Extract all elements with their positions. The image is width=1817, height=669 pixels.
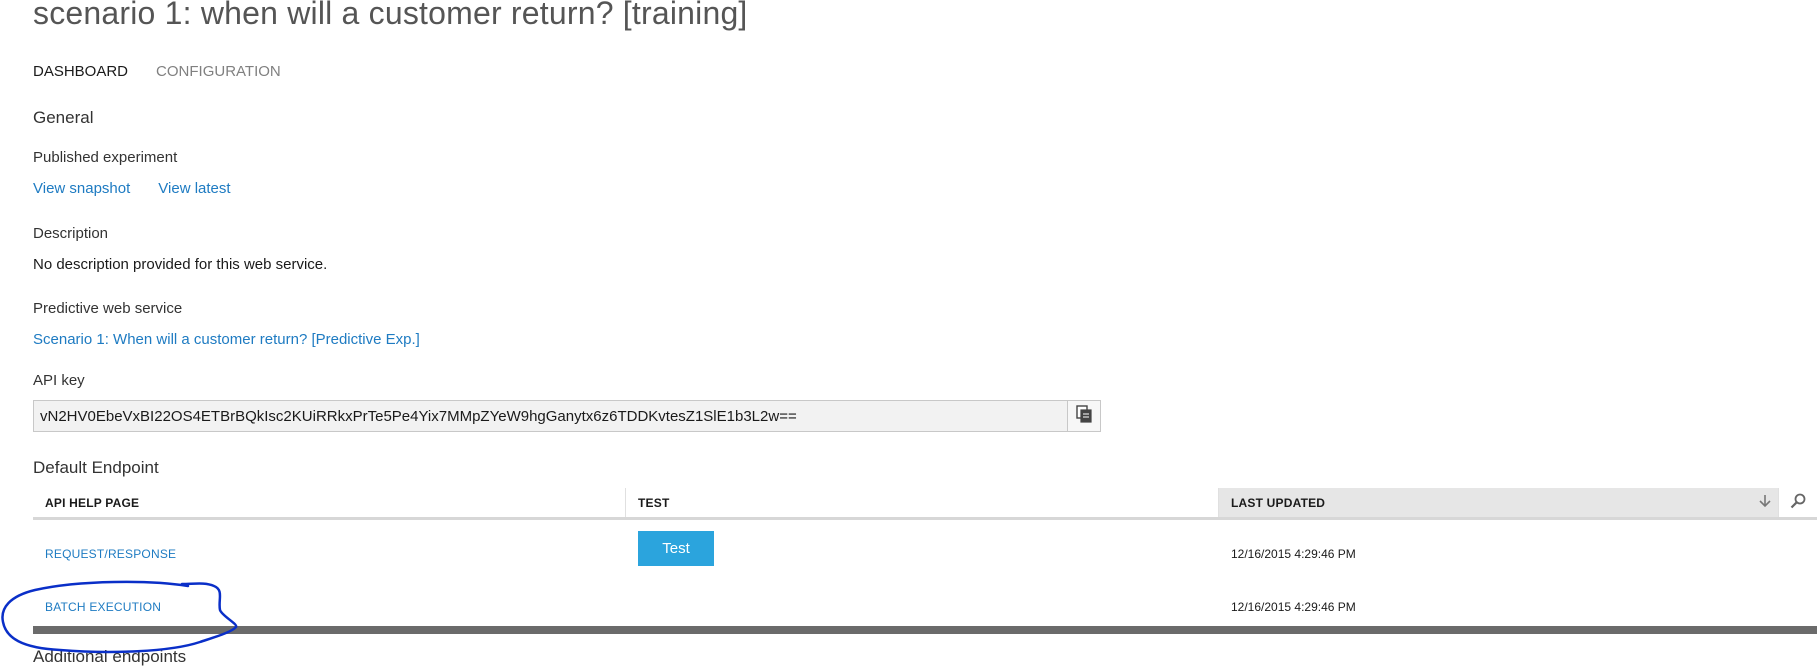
column-header-test[interactable]: TEST: [626, 488, 1219, 517]
tab-bar: DASHBOARD CONFIGURATION: [33, 63, 281, 80]
copy-api-key-button[interactable]: [1067, 401, 1100, 431]
api-key-box: [33, 400, 1101, 432]
additional-endpoints-heading: Additional endpoints: [33, 647, 187, 666]
predictive-web-service-link[interactable]: Scenario 1: When will a customer return?…: [33, 331, 420, 348]
column-header-api-help-page[interactable]: API HELP PAGE: [33, 488, 626, 517]
endpoint-table-header: API HELP PAGE TEST LAST UPDATED: [33, 488, 1817, 520]
description-label: Description: [33, 225, 109, 242]
table-row: BATCH EXECUTION 12/16/2015 4:29:46 PM: [33, 588, 1817, 634]
api-key-field[interactable]: [34, 401, 1067, 431]
predictive-web-service-label: Predictive web service: [33, 300, 183, 317]
tab-dashboard[interactable]: DASHBOARD: [33, 63, 128, 80]
sort-descending-icon[interactable]: [1758, 493, 1772, 512]
column-header-last-updated-label: LAST UPDATED: [1231, 495, 1326, 510]
web-service-dashboard: scenario 1: when will a customer return?…: [33, 0, 1817, 669]
last-updated-value: 12/16/2015 4:29:46 PM: [1231, 600, 1356, 614]
published-experiment-label: Published experiment: [33, 149, 178, 166]
view-snapshot-link[interactable]: View snapshot: [33, 180, 130, 197]
default-endpoint-heading: Default Endpoint: [33, 458, 159, 477]
test-cell: Test: [626, 530, 1219, 572]
page-title: scenario 1: when will a customer return?…: [33, 0, 748, 31]
api-help-page-cell: BATCH EXECUTION: [33, 600, 626, 614]
api-key-label: API key: [33, 372, 85, 389]
batch-execution-link[interactable]: BATCH EXECUTION: [45, 600, 161, 614]
tab-configuration[interactable]: CONFIGURATION: [156, 63, 281, 80]
request-response-link[interactable]: REQUEST/RESPONSE: [45, 547, 176, 561]
api-help-page-cell: REQUEST/RESPONSE: [33, 547, 626, 561]
table-search-button[interactable]: [1779, 488, 1817, 517]
view-latest-link[interactable]: View latest: [158, 180, 230, 197]
general-heading: General: [33, 108, 94, 127]
table-row: REQUEST/RESPONSE Test 12/16/2015 4:29:46…: [33, 520, 1817, 588]
description-value: No description provided for this web ser…: [33, 256, 328, 273]
column-header-last-updated[interactable]: LAST UPDATED: [1219, 488, 1779, 517]
endpoint-table: API HELP PAGE TEST LAST UPDATED REQUEST/…: [33, 488, 1817, 634]
test-button[interactable]: Test: [638, 530, 714, 566]
predictive-web-service-link-wrap: Scenario 1: When will a customer return?…: [33, 331, 420, 348]
copy-icon: [1076, 404, 1092, 428]
last-updated-value: 12/16/2015 4:29:46 PM: [1231, 547, 1356, 561]
published-experiment-links: View snapshot View latest: [33, 180, 231, 197]
search-icon: [1790, 493, 1806, 512]
